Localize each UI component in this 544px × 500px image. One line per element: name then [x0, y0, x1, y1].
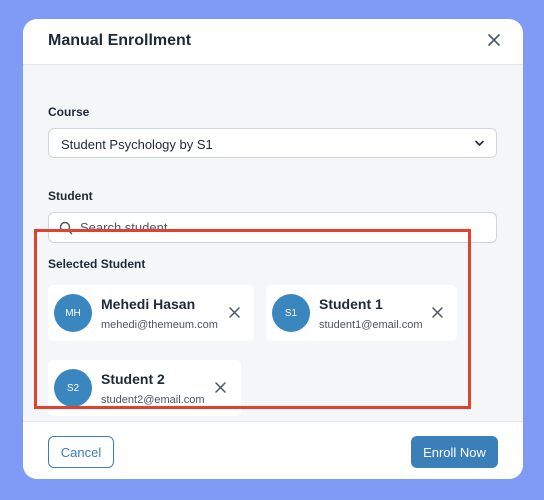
student-name: Student 2: [101, 371, 165, 387]
student-name: Mehedi Hasan: [101, 296, 196, 312]
dialog-footer: Cancel Enroll Now: [23, 421, 523, 479]
avatar: MH: [54, 294, 92, 332]
remove-student-icon[interactable]: [432, 307, 443, 318]
course-selected-value: Student Psychology by S1: [61, 137, 213, 152]
dialog-header: Manual Enrollment: [23, 19, 523, 65]
remove-student-icon[interactable]: [229, 307, 240, 318]
student-name: Student 1: [319, 296, 383, 312]
student-card-student-2: S2 Student 2 student2@email.com: [48, 360, 241, 416]
student-email: mehedi@themeum.com: [101, 319, 218, 331]
manual-enrollment-dialog: Manual Enrollment Course Student Psychol…: [23, 19, 523, 479]
avatar: S1: [272, 294, 310, 332]
chevron-down-icon: [475, 140, 484, 146]
course-select[interactable]: Student Psychology by S1: [48, 128, 497, 158]
avatar: S2: [54, 369, 92, 407]
student-label: Student: [48, 189, 93, 203]
remove-student-icon[interactable]: [215, 382, 226, 393]
selected-student-label: Selected Student: [48, 257, 146, 271]
student-search: [48, 212, 497, 243]
search-icon: [59, 221, 73, 235]
course-label: Course: [48, 105, 90, 119]
enroll-now-button[interactable]: Enroll Now: [411, 436, 498, 468]
student-email: student2@email.com: [101, 394, 205, 406]
dialog-title: Manual Enrollment: [48, 32, 192, 49]
student-email: student1@email.com: [319, 319, 423, 331]
dialog-body: Course Student Psychology by S1 Student …: [23, 65, 523, 421]
student-card-student-1: S1 Student 1 student1@email.com: [266, 285, 457, 341]
student-card-mehedi-hasan: MH Mehedi Hasan mehedi@themeum.com: [48, 285, 254, 341]
cancel-button[interactable]: Cancel: [48, 436, 114, 468]
search-input[interactable]: [80, 213, 480, 242]
close-icon[interactable]: [487, 33, 501, 47]
